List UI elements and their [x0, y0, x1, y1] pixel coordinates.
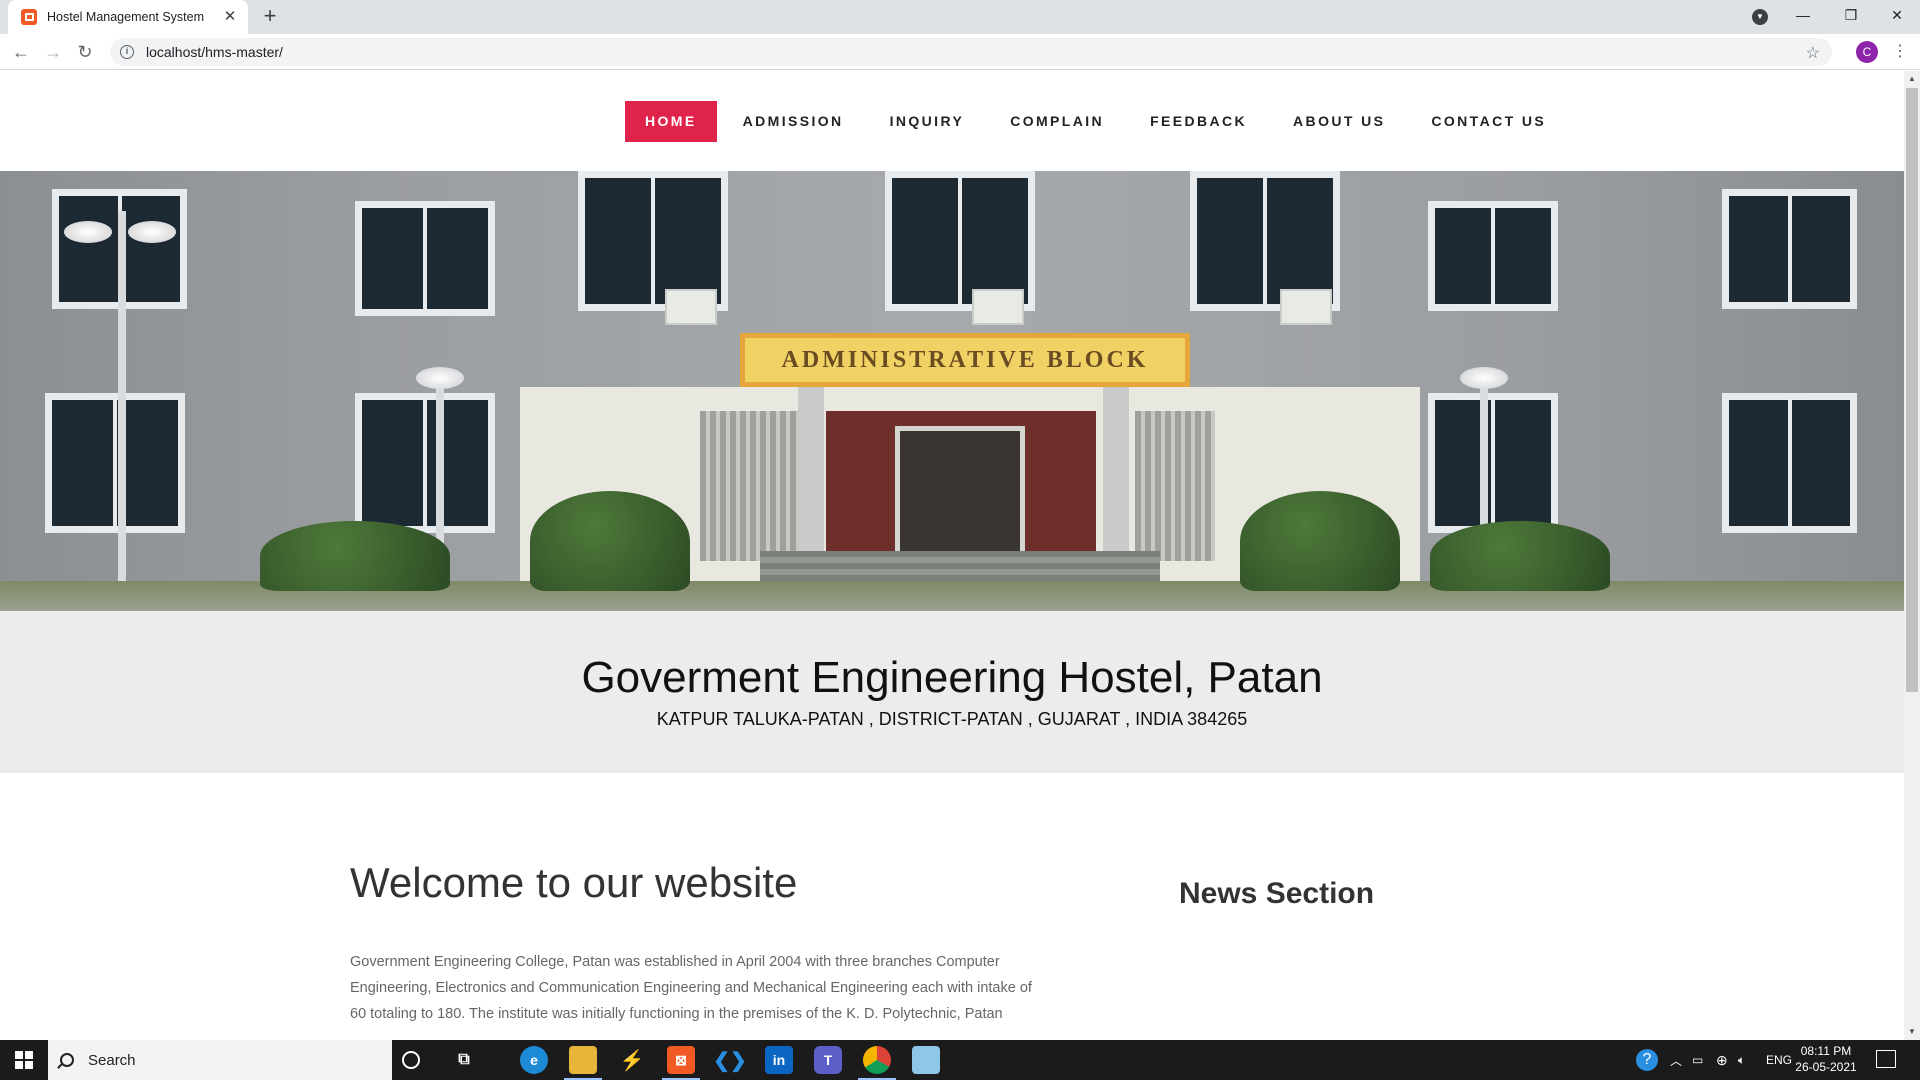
edge-icon[interactable]: e — [520, 1046, 548, 1074]
teams-icon[interactable]: T — [814, 1046, 842, 1074]
window — [45, 393, 185, 533]
window — [1722, 189, 1857, 309]
scroll-thumb[interactable] — [1906, 88, 1918, 692]
lamp-globe — [1460, 367, 1508, 389]
bookmark-star-icon[interactable]: ☆ — [1806, 43, 1820, 63]
hostel-address: KATPUR TALUKA-PATAN , DISTRICT-PATAN , G… — [656, 709, 1248, 729]
minimize-button[interactable]: — — [1780, 0, 1826, 30]
xampp-favicon-icon — [21, 9, 37, 25]
street-lamp — [118, 211, 126, 581]
browser-toolbar: ← → ↻ i localhost/hms-master/ ☆ C ⋮ — [0, 34, 1920, 70]
profile-avatar[interactable]: C — [1856, 41, 1878, 63]
window — [355, 393, 495, 533]
nav-contact-us[interactable]: CONTACT US — [1411, 101, 1566, 142]
network-icon[interactable]: ⊕ — [1716, 1040, 1728, 1080]
welcome-heading: Welcome to our website — [350, 859, 798, 906]
volume-icon[interactable]: 🔈︎ — [1738, 1040, 1745, 1080]
task-view-icon[interactable]: ⧉ — [450, 1046, 478, 1074]
page-scrollbar[interactable]: ▲ ▼ — [1904, 71, 1920, 1040]
restore-button[interactable]: ❐ — [1828, 0, 1874, 30]
glass-block-wall — [1135, 411, 1215, 561]
scroll-up-arrow-icon[interactable]: ▲ — [1904, 71, 1920, 87]
sublime-icon[interactable]: ⚡ — [618, 1046, 646, 1074]
intro-line: Engineering, Electronics and Communicati… — [350, 980, 1032, 996]
lamp-globe — [128, 221, 176, 243]
window — [1722, 393, 1857, 533]
browser-tab[interactable]: Hostel Management System ✕ — [8, 0, 248, 34]
close-window-button[interactable]: ✕ — [1874, 0, 1920, 30]
glass-block-wall — [700, 411, 800, 561]
linkedin-icon[interactable]: in — [765, 1046, 793, 1074]
hero-building-photo: ADMINISTRATIVE BLOCK — [0, 171, 1904, 611]
help-icon[interactable]: ? — [1636, 1049, 1658, 1071]
xampp-icon[interactable]: ⊠ — [667, 1046, 695, 1074]
clock-date: 26-05-2021 — [1795, 1060, 1857, 1074]
scroll-down-arrow-icon[interactable]: ▼ — [1904, 1024, 1920, 1040]
administrative-block-sign: ADMINISTRATIVE BLOCK — [740, 333, 1190, 387]
site-navbar: HOME ADMISSION INQUIRY COMPLAIN FEEDBACK… — [0, 71, 1904, 171]
window — [1428, 201, 1558, 311]
shrub — [1240, 491, 1400, 591]
search-placeholder[interactable]: Search — [88, 1052, 136, 1069]
nav-about-us[interactable]: ABOUT US — [1273, 101, 1405, 142]
shrub — [530, 491, 690, 591]
window — [1428, 393, 1558, 533]
file-explorer-icon[interactable] — [569, 1046, 597, 1074]
window — [355, 201, 495, 316]
tab-title: Hostel Management System — [47, 10, 205, 24]
intro-line: 60 totaling to 180. The institute was in… — [350, 1006, 1003, 1022]
start-button[interactable] — [0, 1040, 48, 1080]
shrub — [1430, 521, 1610, 591]
ac-unit — [665, 289, 717, 325]
windows-taskbar: Search ⧉ e ⚡ ⊠ ❮❯ in T ? ︿ ▭ ⊕ 🔈︎ ENG 08… — [0, 1040, 1920, 1080]
forward-arrow-icon[interactable]: → — [40, 39, 66, 65]
shrub — [260, 521, 450, 591]
address-bar[interactable]: i localhost/hms-master/ ☆ — [110, 38, 1832, 66]
reload-icon[interactable]: ↻ — [72, 39, 98, 65]
tray-chevron-up-icon[interactable]: ︿ — [1670, 1040, 1682, 1080]
hostel-title: Goverment Engineering Hostel, Patan — [581, 653, 1323, 702]
tab-search-icon[interactable]: ▼ — [1752, 9, 1768, 25]
nav-complain[interactable]: COMPLAIN — [990, 101, 1124, 142]
chrome-icon[interactable] — [863, 1046, 891, 1074]
lamp-globe — [416, 367, 464, 389]
browser-tab-strip: Hostel Management System ✕ + ▼ — ❐ ✕ — [0, 0, 1920, 34]
lamp-globe — [64, 221, 112, 243]
ac-unit — [972, 289, 1024, 325]
notification-center-icon[interactable] — [1876, 1050, 1896, 1068]
hostel-title-band: Goverment Engineering Hostel, Patan KATP… — [0, 611, 1904, 773]
intro-paragraph: Government Engineering College, Patan wa… — [350, 949, 1050, 1027]
vscode-icon[interactable]: ❮❯ — [713, 1046, 747, 1074]
site-info-icon[interactable]: i — [120, 45, 134, 59]
nav-inquiry[interactable]: INQUIRY — [870, 101, 985, 142]
windows-logo-icon — [15, 1051, 33, 1069]
news-section-heading: News Section — [1179, 877, 1375, 910]
cortana-icon[interactable] — [402, 1051, 420, 1069]
clock-time: 08:11 PM — [1800, 1044, 1852, 1058]
nav-home[interactable]: HOME — [625, 100, 717, 142]
nav-feedback[interactable]: FEEDBACK — [1130, 101, 1267, 142]
battery-icon[interactable]: ▭ — [1692, 1040, 1703, 1080]
notepad-icon[interactable] — [912, 1046, 940, 1074]
search-icon — [60, 1053, 74, 1067]
browser-menu-icon[interactable]: ⋮ — [1890, 40, 1910, 64]
tab-close-icon[interactable]: ✕ — [222, 9, 238, 25]
taskbar-clock[interactable]: 08:11 PM 26-05-2021 — [1788, 1043, 1864, 1075]
ac-unit — [1280, 289, 1332, 325]
intro-line: Government Engineering College, Patan wa… — [350, 954, 1000, 970]
taskbar-search-box[interactable]: Search — [48, 1040, 392, 1080]
new-tab-button[interactable]: + — [259, 5, 281, 28]
back-arrow-icon[interactable]: ← — [8, 39, 34, 65]
nav-admission[interactable]: ADMISSION — [723, 101, 864, 142]
url-text[interactable]: localhost/hms-master/ — [146, 44, 283, 60]
page-viewport: HOME ADMISSION INQUIRY COMPLAIN FEEDBACK… — [0, 71, 1904, 1040]
